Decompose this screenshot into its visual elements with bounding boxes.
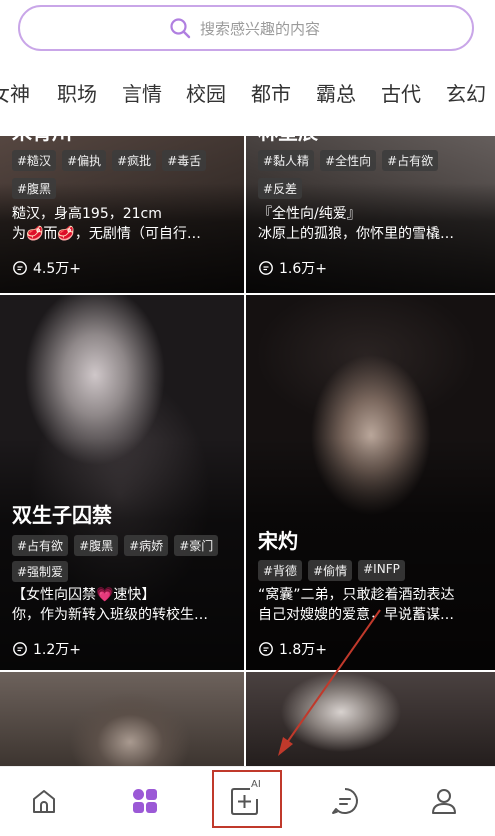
character-card[interactable]: 宋青川 #糙汉 #偏执 #疯批 #毒舌 #腹黑 糙汉，身高195，21cm 为🥩… <box>0 136 244 293</box>
card-title: 林星辰 <box>258 136 318 145</box>
home-icon <box>33 790 55 813</box>
tab-xiaoyuan[interactable]: 校园 <box>186 78 226 107</box>
card-title: 宋灼 <box>258 529 298 553</box>
search-input[interactable]: 搜索感兴趣的内容 <box>18 5 474 51</box>
ai-label: AI <box>251 779 261 790</box>
tag[interactable]: #强制爱 <box>12 561 69 582</box>
chat-bubble-icon <box>13 261 27 275</box>
tag[interactable]: #腹黑 <box>74 535 119 556</box>
chat-bubble-icon <box>13 642 27 656</box>
tag[interactable]: #偏执 <box>62 150 107 171</box>
tag-row: #黏人精 #全性向 #占有欲 <box>258 150 439 171</box>
tab-bazong[interactable]: 霸总 <box>316 78 356 107</box>
card-title: 宋青川 <box>12 136 72 145</box>
card-title: 双生子囚禁 <box>12 503 112 527</box>
nav-create-ai[interactable]: AI <box>225 779 265 821</box>
chat-bubble-icon <box>259 261 273 275</box>
chat-icon <box>332 788 358 814</box>
card-description-line2: 自己对嫂嫂的爱意，早说蓄谋… <box>258 607 454 623</box>
nav-discover[interactable] <box>125 781 165 821</box>
chat-count-value: 4.5万+ <box>33 261 81 277</box>
card-description-line1: “窝囊”二弟，只敢趁着酒劲表达 <box>258 587 455 603</box>
tag[interactable]: #病娇 <box>124 535 169 556</box>
character-card[interactable] <box>0 672 244 766</box>
chat-count: 1.2万+ <box>12 639 81 659</box>
chat-count-value: 1.2万+ <box>33 642 81 658</box>
search-placeholder: 搜索感兴趣的内容 <box>200 19 321 38</box>
card-image <box>246 672 495 766</box>
chat-bubble-icon <box>259 642 273 656</box>
nav-messages[interactable] <box>325 781 365 821</box>
tag-row: #占有欲 #腹黑 #病娇 #豪门 <box>12 535 219 556</box>
tag[interactable]: #疯批 <box>112 150 157 171</box>
card-description-line1: 『全性向/纯爱』 <box>258 206 361 222</box>
user-profile-icon <box>432 789 456 814</box>
tab-zhichang[interactable]: 职场 <box>57 78 97 107</box>
chat-count: 1.6万+ <box>258 258 327 278</box>
tag[interactable]: #偷情 <box>308 560 353 581</box>
search-bar-container: 搜索感兴趣的内容 <box>0 0 495 58</box>
tag[interactable]: #全性向 <box>320 150 377 171</box>
tag[interactable]: #占有欲 <box>382 150 439 171</box>
tag[interactable]: #毒舌 <box>162 150 207 171</box>
character-card[interactable]: 林星辰 #黏人精 #全性向 #占有欲 #反差 『全性向/纯爱』 冰原上的孤狼，你… <box>246 136 495 293</box>
chat-count-value: 1.6万+ <box>279 261 327 277</box>
character-feed: 宋青川 #糙汉 #偏执 #疯批 #毒舌 #腹黑 糙汉，身高195，21cm 为🥩… <box>0 136 495 766</box>
category-tabs: 女神 职场 言情 校园 都市 霸总 古代 玄幻 <box>0 62 495 124</box>
tag[interactable]: #腹黑 <box>12 178 57 199</box>
tab-yanqing[interactable]: 言情 <box>122 78 162 107</box>
grid-apps-icon <box>133 789 157 813</box>
tab-gudai[interactable]: 古代 <box>381 78 421 107</box>
character-card[interactable] <box>246 672 495 766</box>
card-description-line2: 冰原上的孤狼，你怀里的雪橇… <box>258 226 454 242</box>
bottom-navigation: AI <box>0 766 495 836</box>
nav-home[interactable] <box>24 781 64 821</box>
tag[interactable]: #反差 <box>258 178 303 199</box>
tag[interactable]: #背德 <box>258 560 303 581</box>
tag[interactable]: #黏人精 <box>258 150 315 171</box>
tag[interactable]: #INFP <box>358 560 405 581</box>
tab-nvshen[interactable]: 女神 <box>0 78 30 107</box>
tag[interactable]: #糙汉 <box>12 150 57 171</box>
character-card[interactable]: 双生子囚禁 #占有欲 #腹黑 #病娇 #豪门 #强制爱 【女性向囚禁💗速快】 你… <box>0 295 244 670</box>
tag-row: #腹黑 <box>12 178 57 199</box>
tag-row: #反差 <box>258 178 303 199</box>
chat-count: 4.5万+ <box>12 258 81 278</box>
tab-dushi[interactable]: 都市 <box>251 78 291 107</box>
character-card[interactable]: 宋灼 #背德 #偷情 #INFP “窝囊”二弟，只敢趁着酒劲表达 自己对嫂嫂的爱… <box>246 295 495 670</box>
nav-profile[interactable] <box>424 781 464 821</box>
card-description-line2: 你，作为新转入班级的转校生… <box>12 607 208 623</box>
card-description-line1: 糙汉，身高195，21cm <box>12 206 162 222</box>
card-image <box>0 672 244 766</box>
chat-count-value: 1.8万+ <box>279 642 327 658</box>
tag[interactable]: #占有欲 <box>12 535 69 556</box>
card-description-line1: 【女性向囚禁💗速快】 <box>12 587 156 603</box>
chat-count: 1.8万+ <box>258 639 327 659</box>
card-description-line2: 为🥩而🥩，无剧情（可自行… <box>12 226 201 242</box>
tag-row: #糙汉 #偏执 #疯批 #毒舌 <box>12 150 207 171</box>
tab-xuanhuan[interactable]: 玄幻 <box>446 78 486 107</box>
tag-row: #强制爱 <box>12 561 69 582</box>
search-icon <box>170 18 191 39</box>
tag[interactable]: #豪门 <box>174 535 219 556</box>
tag-row: #背德 #偷情 #INFP <box>258 560 405 581</box>
